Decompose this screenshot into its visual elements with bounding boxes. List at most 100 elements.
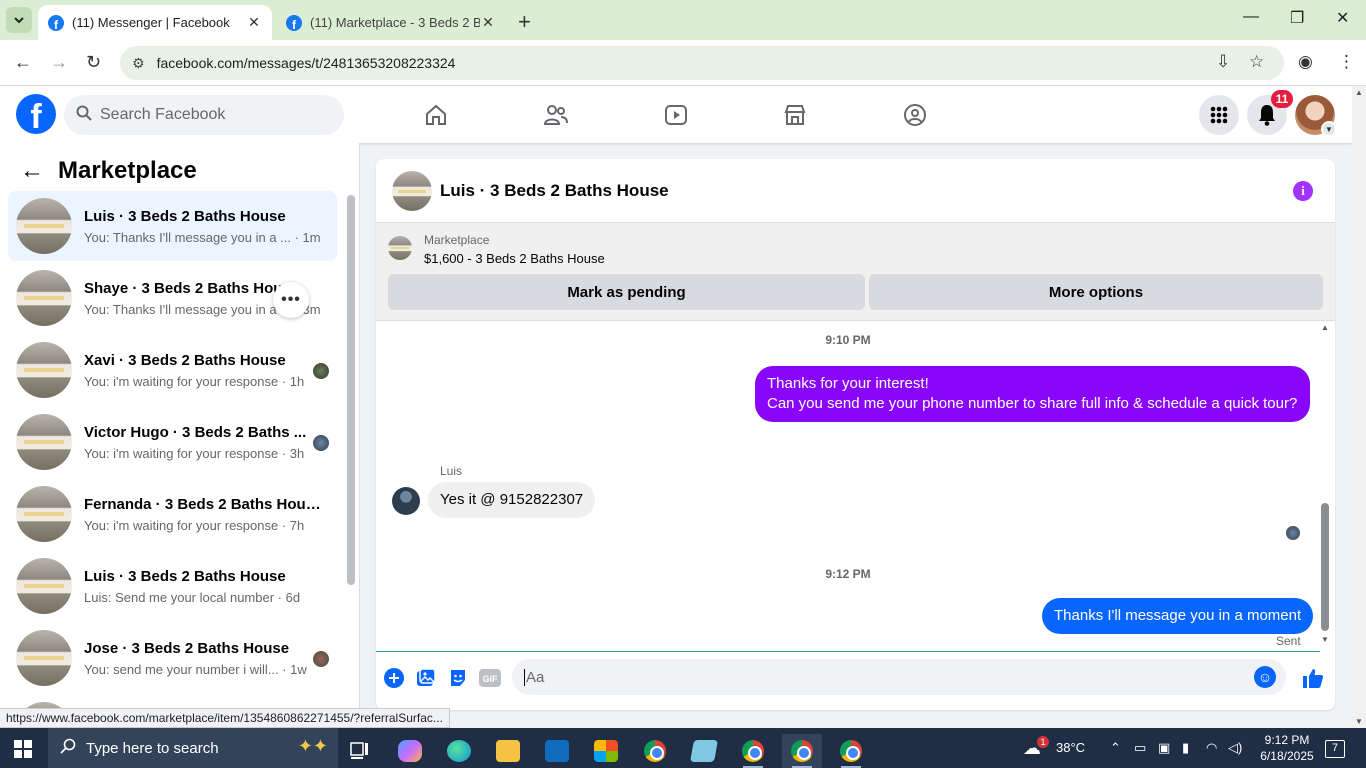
- back-arrow-icon[interactable]: ←: [20, 157, 44, 185]
- chat-preview: You: i'm waiting for your response · 7h: [84, 517, 305, 533]
- listing-thumbnail: [16, 558, 72, 614]
- incoming-message[interactable]: Yes it @ 9152822307: [428, 482, 596, 518]
- chat-name: Luis · 3 Beds 2 Baths House: [84, 567, 286, 585]
- page-scrollbar[interactable]: ▲ ▼: [1352, 86, 1366, 728]
- search-input[interactable]: [100, 106, 330, 124]
- close-tab-icon[interactable]: ✕: [480, 14, 496, 31]
- chat-name: Fernanda · 3 Beds 2 Baths House: [84, 495, 322, 513]
- chat-item[interactable]: Luis · 3 Beds 2 Baths House You: Thanks …: [8, 191, 337, 261]
- plus-circle-icon[interactable]: [383, 667, 405, 689]
- thread-scrollbar[interactable]: [1321, 503, 1329, 631]
- close-tab-icon[interactable]: ✕: [246, 14, 262, 31]
- close-window-icon[interactable]: ✕: [1336, 8, 1349, 28]
- sender-avatar[interactable]: [392, 487, 420, 515]
- info-icon[interactable]: i: [1293, 181, 1313, 201]
- emoji-icon[interactable]: ☺: [1254, 666, 1276, 688]
- gif-icon[interactable]: GIF: [479, 667, 501, 689]
- marketplace-icon[interactable]: [775, 100, 815, 130]
- chrome-profile-icon[interactable]: [782, 734, 822, 768]
- display-icon[interactable]: ▣: [1158, 740, 1170, 756]
- install-app-icon[interactable]: ⇩: [1216, 52, 1230, 72]
- system-clock[interactable]: 9:12 PM 6/18/2025: [1254, 732, 1320, 764]
- chrome-icon[interactable]: [635, 734, 675, 768]
- scroll-up-icon[interactable]: ▲: [1321, 323, 1329, 332]
- message-input[interactable]: [524, 668, 1244, 686]
- outlook-icon[interactable]: [537, 734, 577, 768]
- listing-thumbnail[interactable]: [388, 236, 412, 260]
- wifi-icon[interactable]: ◠: [1206, 740, 1217, 756]
- file-explorer-icon[interactable]: [488, 734, 528, 768]
- scroll-down-icon[interactable]: ▼: [1355, 717, 1363, 726]
- conversation-title[interactable]: Luis · 3 Beds 2 Baths House: [440, 181, 669, 201]
- taskbar-search-box[interactable]: ✦✦: [48, 728, 338, 768]
- chevron-down-icon[interactable]: ▼: [1321, 121, 1337, 137]
- tab-marketplace[interactable]: f (11) Marketplace - 3 Beds 2 Bat ✕: [276, 5, 506, 40]
- copilot-icon[interactable]: [390, 734, 430, 768]
- chrome-profile-icon[interactable]: [831, 734, 871, 768]
- chat-item[interactable]: Xavi · 3 Beds 2 Baths House You: i'm wai…: [8, 335, 337, 405]
- chat-item[interactable]: Fernanda · 3 Beds 2 Baths House You: i'm…: [8, 479, 337, 549]
- taskbar-search-input[interactable]: [86, 739, 256, 757]
- mark-as-pending-button[interactable]: Mark as pending: [388, 274, 865, 310]
- reload-icon[interactable]: ↻: [86, 52, 101, 73]
- url-omnibox[interactable]: ⚙ facebook.com/messages/t/24813653208223…: [120, 46, 1284, 80]
- restore-icon[interactable]: ❐: [1290, 8, 1304, 28]
- weather-alert-badge: 1: [1037, 736, 1049, 748]
- task-view-icon[interactable]: [340, 734, 380, 768]
- sparkle-icon[interactable]: ✦✦: [298, 736, 328, 757]
- notification-center-icon[interactable]: 7: [1325, 738, 1345, 758]
- scroll-up-icon[interactable]: ▲: [1355, 88, 1363, 97]
- temperature-text[interactable]: 38°C: [1056, 740, 1085, 755]
- url-text: facebook.com/messages/t/2481365320822332…: [156, 55, 456, 71]
- chat-item[interactable]: Luis · 3 Beds 2 Baths House Luis: Send m…: [8, 551, 337, 621]
- outgoing-message[interactable]: Thanks for your interest! Can you send m…: [755, 366, 1310, 422]
- tab-search-button[interactable]: [6, 7, 32, 33]
- message-line: Thanks for your interest!: [767, 375, 929, 392]
- sticker-icon[interactable]: [447, 667, 469, 689]
- battery-icon[interactable]: ▮: [1182, 740, 1189, 756]
- back-arrow-icon[interactable]: ←: [14, 52, 32, 73]
- address-bar-row: ← → ↻ ⚙ facebook.com/messages/t/24813653…: [0, 40, 1366, 86]
- site-settings-icon[interactable]: ⚙: [132, 55, 145, 72]
- chat-list-scrollbar[interactable]: [347, 195, 355, 585]
- facebook-favicon-icon: f: [286, 14, 302, 31]
- friends-icon[interactable]: [536, 100, 576, 130]
- notepad-icon[interactable]: [684, 734, 724, 768]
- edge-icon[interactable]: [439, 734, 479, 768]
- scroll-down-icon[interactable]: ▼: [1321, 635, 1329, 644]
- menu-grid-button[interactable]: [1199, 95, 1239, 135]
- chat-preview: You: i'm waiting for your response · 3h: [84, 445, 305, 461]
- photo-icon[interactable]: [415, 667, 437, 689]
- bookmark-star-icon[interactable]: ☆: [1249, 52, 1264, 72]
- kebab-menu-icon[interactable]: ⋮: [1338, 52, 1355, 72]
- forward-arrow-icon[interactable]: →: [50, 52, 68, 73]
- meet-icon[interactable]: ▭: [1134, 740, 1146, 756]
- outgoing-message[interactable]: Thanks I'll message you in a moment: [1042, 598, 1314, 634]
- chrome-profile-icon[interactable]: [733, 734, 773, 768]
- video-icon[interactable]: [656, 100, 696, 130]
- notification-count-badge: 11: [1271, 90, 1293, 108]
- show-hidden-icons-icon[interactable]: ⌃: [1110, 740, 1121, 756]
- new-tab-button[interactable]: +: [518, 9, 531, 35]
- volume-icon[interactable]: ◁): [1228, 740, 1242, 756]
- more-options-button[interactable]: More options: [869, 274, 1323, 310]
- tab-messenger[interactable]: f (11) Messenger | Facebook ✕: [38, 5, 272, 40]
- chat-item[interactable]: Victor Hugo · 3 Beds 2 Baths ... You: i'…: [8, 407, 337, 477]
- groups-icon[interactable]: [895, 100, 935, 130]
- listing-thumbnail[interactable]: [392, 170, 432, 211]
- minimize-icon[interactable]: —: [1243, 8, 1259, 26]
- thumbs-up-icon[interactable]: [1301, 667, 1325, 689]
- chat-item[interactable]: Jose · 3 Beds 2 Baths House You: send me…: [8, 623, 337, 693]
- more-options-icon[interactable]: •••: [273, 282, 309, 318]
- facebook-search-box[interactable]: [64, 95, 344, 135]
- profile-icon[interactable]: ◉: [1298, 52, 1313, 72]
- facebook-logo-icon[interactable]: f: [16, 94, 56, 134]
- microsoft-store-icon[interactable]: [586, 734, 626, 768]
- bell-icon: [1259, 105, 1275, 126]
- home-icon[interactable]: [416, 100, 456, 130]
- marketplace-chat-list: ← Marketplace Luis · 3 Beds 2 Baths Hous…: [0, 143, 360, 710]
- browser-tab-strip: f (11) Messenger | Facebook ✕ f (11) Mar…: [0, 0, 1366, 40]
- windows-start-icon[interactable]: [14, 740, 32, 758]
- listing-title[interactable]: $1,600 - 3 Beds 2 Baths House: [424, 251, 605, 266]
- message-input-box[interactable]: ☺: [512, 659, 1286, 695]
